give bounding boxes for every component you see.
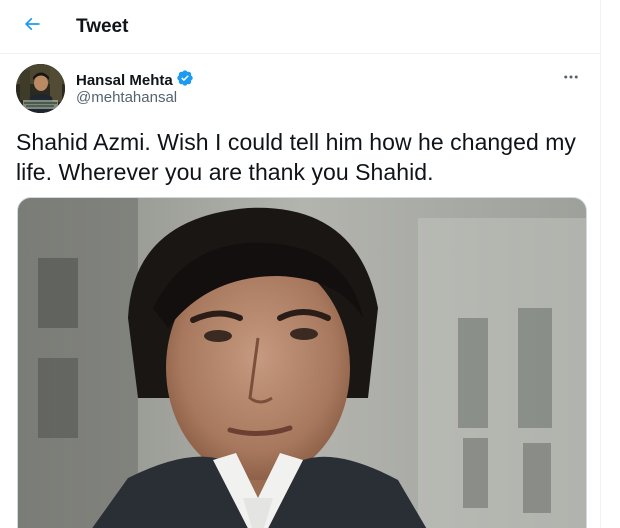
page-header: Tweet (0, 0, 600, 54)
page-title: Tweet (76, 16, 129, 37)
tweet-detail-page: Tweet Hansal Mehta @mehtahansal Shahid A… (0, 0, 601, 528)
author-handle[interactable]: @mehtahansal (76, 88, 177, 108)
tweet-author: Hansal Mehta @mehtahansal (16, 64, 586, 114)
avatar[interactable] (16, 64, 65, 113)
more-horizontal-icon (562, 68, 580, 91)
arrow-left-icon (22, 14, 42, 39)
tweet-photo[interactable] (17, 197, 587, 528)
more-options-button[interactable] (556, 64, 586, 94)
verified-badge-icon (176, 69, 194, 93)
photo (18, 198, 586, 528)
back-button[interactable] (14, 8, 50, 44)
tweet-text: Shahid Azmi. Wish I could tell him how h… (16, 129, 576, 185)
